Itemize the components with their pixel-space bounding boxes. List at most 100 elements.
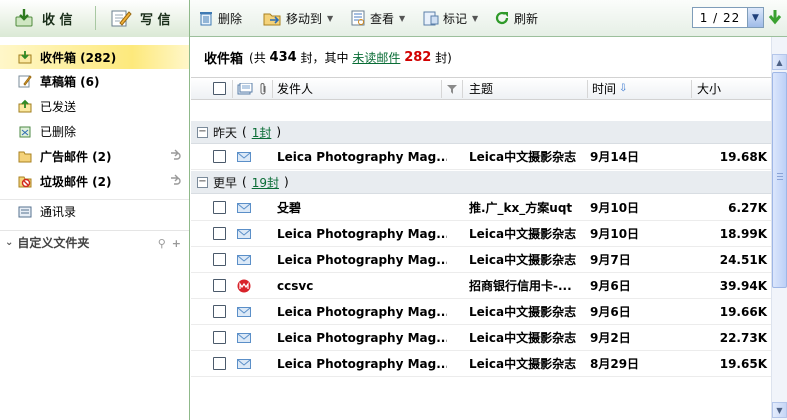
chevron-down-icon: ⌄ xyxy=(5,237,14,248)
mark-menu[interactable]: 标记 ▼ xyxy=(423,8,478,28)
summary-prefix: (共 xyxy=(249,50,266,65)
row-checkbox[interactable] xyxy=(213,357,226,370)
add-folder-icon[interactable]: + xyxy=(172,237,181,250)
refresh-icon xyxy=(495,11,509,25)
sidebar-item-trash[interactable]: 已删除 xyxy=(0,119,189,143)
column-header: 发件人 主题 时间 ⇩ 大小 xyxy=(191,77,771,100)
mail-icon xyxy=(237,203,251,213)
table-row[interactable]: Leica Photography Mag... Leica中文摄影杂志 9月6… xyxy=(191,299,771,325)
mail-icon xyxy=(237,152,251,162)
row-checkbox[interactable] xyxy=(213,227,226,240)
subject[interactable]: Leica中文摄影杂志 xyxy=(469,299,587,325)
subject[interactable]: Leica中文摄影杂志 xyxy=(469,221,587,247)
row-checkbox[interactable] xyxy=(213,201,226,214)
sender: 殳碧 xyxy=(277,201,302,215)
size: 18.99K xyxy=(719,227,767,241)
subject[interactable]: Leica中文摄影杂志 xyxy=(469,144,587,170)
sidebar-item-inbox[interactable]: 收件箱 (282) xyxy=(0,45,189,69)
clean-arrow-icon[interactable] xyxy=(169,149,181,161)
mail-icon xyxy=(237,255,251,265)
group-count-link[interactable]: 1封 xyxy=(252,124,272,141)
group-yesterday[interactable]: − 昨天 (1封) xyxy=(191,121,771,144)
top-toolbar: 收 信 写 信 删除 移动到 ▼ 查看 ▼ 标记 ▼ 刷新 1 / 22 ▼ xyxy=(0,0,787,37)
sender: Leica Photography Mag... xyxy=(277,150,447,164)
sidebar-item-label: 已发送 xyxy=(40,99,77,114)
size-column-label: 大小 xyxy=(697,82,722,96)
column-header-size[interactable]: 大小 xyxy=(697,78,721,99)
folder-settings-icon[interactable]: ⚲ xyxy=(158,237,166,250)
table-row[interactable]: Leica Photography Mag... Leica中文摄影杂志 9月7… xyxy=(191,247,771,273)
view-label: 查看 xyxy=(370,11,395,26)
sidebar-item-label: 广告邮件 (2) xyxy=(40,149,112,164)
table-row[interactable]: 殳碧 推.广_kx_方案uqt 9月10日 6.27K xyxy=(191,195,771,221)
scroll-up-icon[interactable]: ▲ xyxy=(772,54,787,70)
refresh-button[interactable]: 刷新 xyxy=(494,8,538,28)
sidebar-item-label: 垃圾邮件 (2) xyxy=(40,174,112,189)
delete-button[interactable]: 删除 xyxy=(198,8,242,28)
custom-folders-header[interactable]: ⌄ 自定义文件夹 ⚲ + xyxy=(0,230,189,254)
column-header-time[interactable]: 时间 ⇩ xyxy=(592,78,627,99)
table-row[interactable]: Leica Photography Mag... Leica中文摄影杂志 8月2… xyxy=(191,351,771,377)
delete-label: 删除 xyxy=(218,11,243,26)
column-header-sender[interactable]: 发件人 xyxy=(277,78,313,99)
date: 8月29日 xyxy=(590,357,640,371)
date: 9月10日 xyxy=(590,201,640,215)
table-row[interactable]: Leica Photography Mag... Leica中文摄影杂志 9月2… xyxy=(191,325,771,351)
next-page-icon[interactable] xyxy=(767,9,783,27)
group-paren-close: ) xyxy=(276,125,282,139)
table-row[interactable]: ccsvc 招商银行信用卡-... 9月6日 39.94K xyxy=(191,273,771,299)
contacts-icon xyxy=(18,206,32,217)
sidebar-item-sent[interactable]: 已发送 xyxy=(0,94,189,118)
size: 6.27K xyxy=(728,201,767,215)
column-header-subject[interactable]: 主题 xyxy=(469,78,493,99)
unread-mail-link[interactable]: 未读邮件 xyxy=(352,49,400,66)
vertical-scrollbar[interactable]: ▲ ▼ xyxy=(771,37,787,420)
total-count: 434 xyxy=(269,49,297,65)
scroll-down-icon[interactable]: ▼ xyxy=(772,402,787,418)
move-to-menu[interactable]: 移动到 ▼ xyxy=(262,8,333,28)
collapse-icon[interactable]: − xyxy=(197,176,208,188)
row-checkbox[interactable] xyxy=(213,150,226,163)
chevron-down-icon[interactable]: ▼ xyxy=(747,8,763,27)
subject[interactable]: Leica中文摄影杂志 xyxy=(469,351,587,377)
time-column-label: 时间 xyxy=(592,82,617,96)
subject[interactable]: 推.广_kx_方案uqt xyxy=(469,195,587,221)
sidebar-item-ads[interactable]: 广告邮件 (2) xyxy=(0,144,189,168)
mail-list-panel: 收件箱 (共 434 封，其中 未读邮件 282 封) 发件人 主题 时间 ⇩ … xyxy=(191,37,787,420)
sidebar-item-contacts[interactable]: 通讯录 xyxy=(0,199,189,223)
subject[interactable]: Leica中文摄影杂志 xyxy=(469,247,587,273)
row-checkbox[interactable] xyxy=(213,279,226,292)
receive-mail-button[interactable]: 收 信 xyxy=(4,3,92,33)
scrollbar-thumb[interactable] xyxy=(772,72,787,288)
group-paren-open: ( xyxy=(242,125,247,139)
date: 9月7日 xyxy=(590,253,631,267)
mail-type-column-icon[interactable] xyxy=(237,78,253,99)
view-list-icon xyxy=(351,10,365,26)
subject[interactable]: Leica中文摄影杂志 xyxy=(469,325,587,351)
mark-icon xyxy=(423,11,439,26)
sender: ccsvc xyxy=(277,279,314,293)
view-menu[interactable]: 查看 ▼ xyxy=(350,8,405,28)
clean-arrow-icon[interactable] xyxy=(169,174,181,186)
group-count-link[interactable]: 19封 xyxy=(252,174,279,191)
table-row[interactable]: Leica Photography Mag... Leica中文摄影杂志 9月1… xyxy=(191,221,771,247)
sidebar-item-spam[interactable]: 垃圾邮件 (2) xyxy=(0,169,189,193)
compose-button[interactable]: 写 信 xyxy=(100,3,186,33)
sidebar-item-drafts[interactable]: 草稿箱 (6) xyxy=(0,69,189,93)
sidebar-item-label: 草稿箱 (6) xyxy=(40,74,100,89)
size: 22.73K xyxy=(719,331,767,345)
row-checkbox[interactable] xyxy=(213,305,226,318)
attachment-column-icon[interactable] xyxy=(259,78,267,99)
table-row[interactable]: Leica Photography Mag... Leica中文摄影杂志 9月1… xyxy=(191,144,771,170)
chevron-down-icon: ▼ xyxy=(399,13,406,23)
select-all-checkbox[interactable] xyxy=(213,78,226,99)
subject-column-label: 主题 xyxy=(469,82,494,96)
filter-icon[interactable] xyxy=(447,78,457,99)
group-earlier[interactable]: − 更早 (19封) xyxy=(191,171,771,194)
row-checkbox[interactable] xyxy=(213,253,226,266)
row-checkbox[interactable] xyxy=(213,331,226,344)
sidebar-item-label: 通讯录 xyxy=(40,205,77,219)
page-select[interactable]: 1 / 22 ▼ xyxy=(692,7,764,28)
collapse-icon[interactable]: − xyxy=(197,126,208,138)
subject[interactable]: 招商银行信用卡-... xyxy=(469,273,587,299)
